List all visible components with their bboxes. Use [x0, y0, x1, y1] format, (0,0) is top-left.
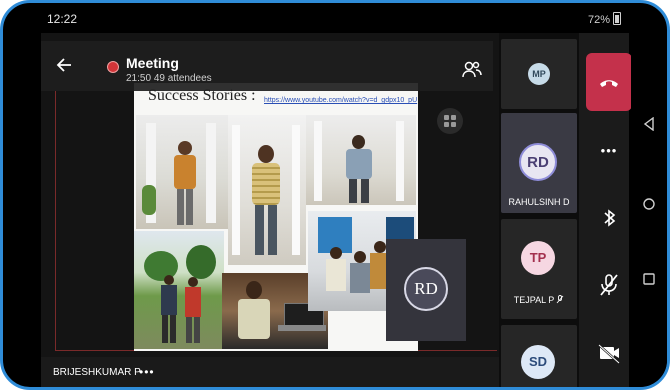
self-view-bar: BRIJESHKUMAR P •••	[41, 357, 499, 387]
participant-tile-tp[interactable]: TP TEJPAL P	[501, 219, 577, 319]
participant-tile-mp[interactable]: MP	[501, 39, 577, 109]
self-more-button[interactable]: •••	[139, 365, 155, 379]
meeting-info: 21:50 49 attendees	[126, 73, 212, 84]
system-nav-bar	[631, 33, 667, 387]
more-options-button[interactable]: •••	[587, 131, 631, 171]
nav-back-icon[interactable]	[643, 117, 655, 131]
bluetooth-icon[interactable]	[587, 199, 631, 239]
avatar-sd: SD	[521, 345, 555, 379]
participant-name-rd: RAHULSINH D	[508, 197, 570, 207]
participant-list: MP RD RAHULSINH D TP TEJPAL P SD	[499, 33, 579, 387]
people-icon[interactable]	[461, 59, 483, 81]
slide-link[interactable]: https://www.youtube.com/watch?v=d_gdpx10…	[264, 97, 417, 104]
participant-name-tp: TEJPAL P	[513, 295, 555, 305]
avatar-tp: TP	[521, 241, 555, 275]
back-arrow-icon[interactable]	[55, 55, 75, 75]
meeting-duration: 21:50	[126, 73, 152, 84]
grid-icon[interactable]	[437, 108, 463, 134]
shared-slide: Success Stories : https://www.youtube.co…	[134, 83, 418, 351]
presenter-tile[interactable]: RD	[386, 239, 466, 341]
more-options-label: •••	[600, 143, 618, 158]
device-frame: 12:22 72% Success Stories : https://www.…	[0, 0, 670, 390]
nav-recents-icon[interactable]	[643, 273, 655, 285]
slide-photo-outdoor	[134, 231, 224, 349]
avatar-rd: RD	[519, 143, 557, 181]
battery-icon	[613, 12, 621, 25]
hangup-icon[interactable]	[586, 53, 632, 111]
mic-off-icon[interactable]	[587, 265, 631, 305]
slide-photo-corridor-1	[136, 115, 228, 229]
recording-indicator	[107, 61, 119, 73]
mic-off-icon	[556, 295, 564, 304]
status-time: 12:22	[47, 12, 78, 26]
slide-photo-corridor-3	[306, 115, 416, 205]
camera-off-icon[interactable]	[587, 333, 631, 373]
battery-indicator: 72%	[588, 12, 621, 26]
self-name: BRIJESHKUMAR P	[53, 367, 141, 378]
battery-percent: 72%	[587, 14, 610, 26]
status-bar: 12:22 72%	[3, 3, 667, 33]
meeting-attendees: 49 attendees	[153, 73, 212, 84]
participant-tile-rd[interactable]: RD RAHULSINH D	[501, 113, 577, 213]
participant-tile-sd[interactable]: SD	[501, 325, 577, 387]
meeting-title: Meeting	[126, 55, 179, 71]
nav-home-icon[interactable]	[643, 198, 655, 210]
presenter-logo: RD	[404, 267, 448, 311]
participant-label-tp: TEJPAL P	[501, 295, 577, 305]
slide-photo-corridor-2	[228, 115, 306, 265]
avatar-mp: MP	[528, 63, 550, 85]
